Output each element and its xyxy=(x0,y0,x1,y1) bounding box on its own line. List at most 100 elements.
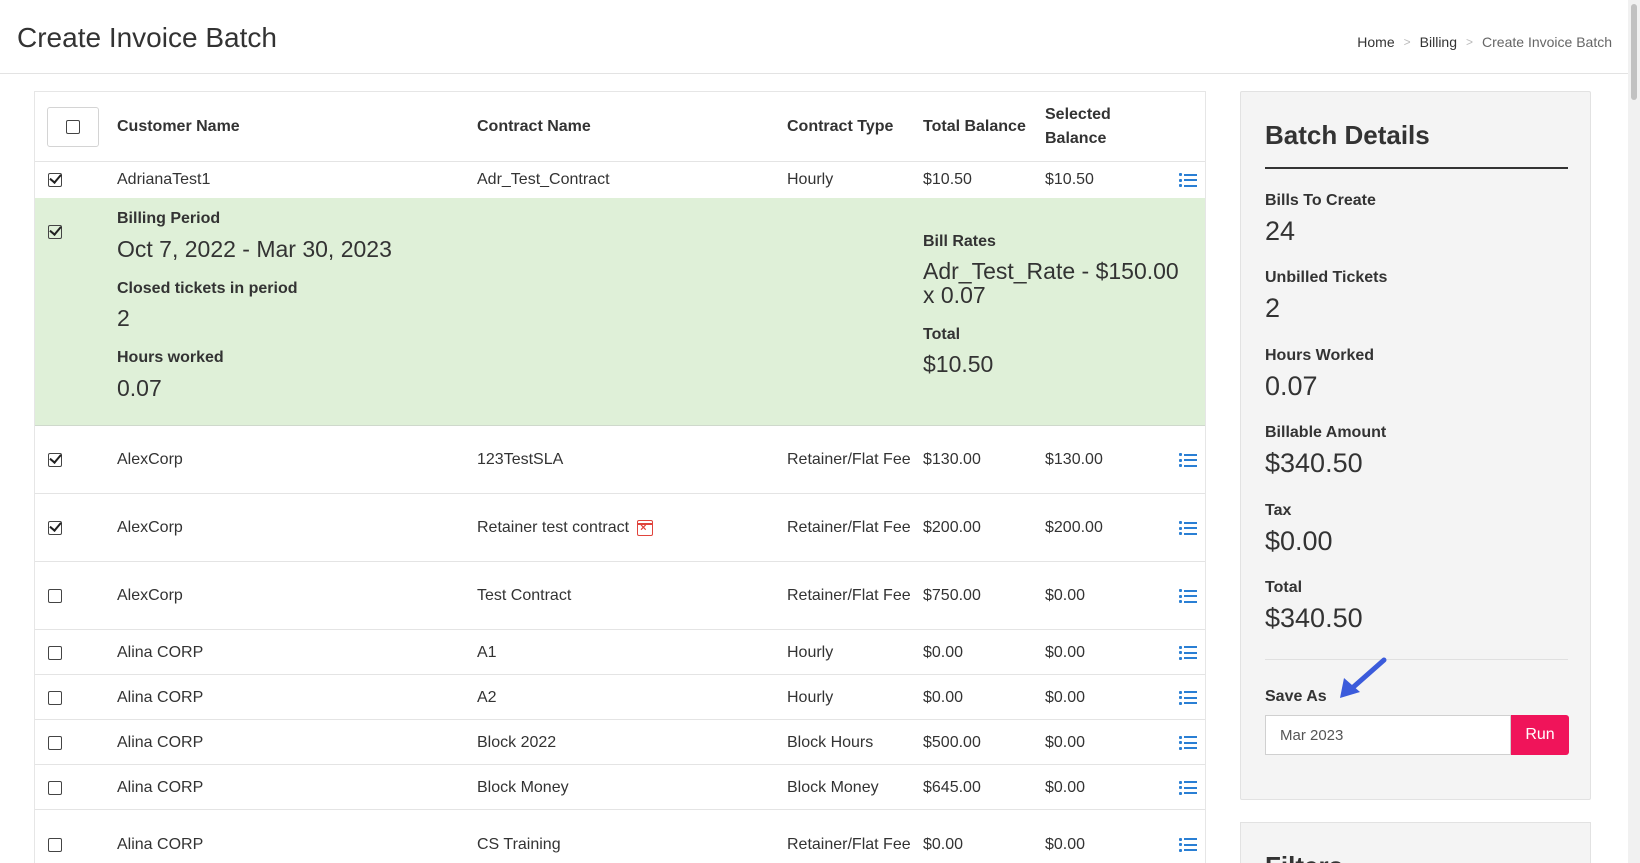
selected-balance: $0.00 xyxy=(1045,733,1086,751)
total-balance: $0.00 xyxy=(923,643,964,661)
customer-name: Alina CORP xyxy=(117,643,204,661)
column-customer-name[interactable]: Customer Name xyxy=(117,92,467,161)
column-total-balance[interactable]: Total Balance xyxy=(923,92,1043,161)
customer-name: Alina CORP xyxy=(117,688,204,706)
billable-amount-value: $340.50 xyxy=(1265,448,1363,478)
table-row[interactable]: Alina CORP A1 Hourly $0.00 $0.00 xyxy=(35,631,1205,675)
calendar-x-icon xyxy=(637,520,654,536)
checked-icon xyxy=(48,521,62,535)
billable-amount-label: Billable Amount xyxy=(1265,424,1387,441)
table-row[interactable]: AlexCorp Retainer test contract Retainer… xyxy=(35,495,1205,562)
table-row[interactable]: Alina CORP Block Money Block Money $645.… xyxy=(35,766,1205,810)
total-balance: $130.00 xyxy=(923,451,981,468)
row-checkbox[interactable] xyxy=(43,776,67,800)
bills-to-create-value: 24 xyxy=(1265,216,1296,246)
page-header: Create Invoice Batch Home > Billing > Cr… xyxy=(0,0,1630,74)
row-checkbox[interactable] xyxy=(43,584,67,608)
customer-name: AlexCorp xyxy=(117,451,183,468)
row-checkbox[interactable] xyxy=(43,686,67,710)
list-details-icon[interactable] xyxy=(1179,589,1197,603)
total-value: $340.50 xyxy=(1265,603,1363,633)
total-balance: $10.50 xyxy=(923,171,972,188)
list-details-icon[interactable] xyxy=(1179,837,1197,852)
column-selected-balance[interactable]: Selected Balance xyxy=(1045,92,1155,161)
total-balance: $0.00 xyxy=(923,688,964,706)
list-details-icon[interactable] xyxy=(1179,521,1197,535)
filters-panel: Filters xyxy=(1240,822,1591,863)
checkbox-icon xyxy=(48,735,62,750)
list-details-icon[interactable] xyxy=(1179,453,1197,467)
table-row[interactable]: Alina CORP A2 Hourly $0.00 $0.00 xyxy=(35,676,1205,720)
hours-worked-value: 0.07 xyxy=(1265,371,1318,401)
checkbox-icon xyxy=(48,589,62,603)
column-contract-name[interactable]: Contract Name xyxy=(477,92,777,161)
contract-name: 123TestSLA xyxy=(477,451,564,468)
contract-name: Adr_Test_Contract xyxy=(477,171,610,188)
breadcrumb-home[interactable]: Home xyxy=(1357,34,1394,50)
total-balance: $200.00 xyxy=(923,519,981,536)
selected-balance: $10.50 xyxy=(1045,171,1094,188)
row-checkbox[interactable] xyxy=(43,731,67,755)
row-checkbox[interactable] xyxy=(43,641,67,665)
expanded-detail-row: Billing Period Oct 7, 2022 - Mar 30, 202… xyxy=(35,198,1205,426)
billing-period-value: Oct 7, 2022 - Mar 30, 2023 xyxy=(117,236,392,262)
total-balance: $500.00 xyxy=(923,733,981,751)
hours-worked-value: 0.07 xyxy=(117,375,162,401)
page-title: Create Invoice Batch xyxy=(17,22,277,53)
table-row[interactable]: AdrianaTest1 Adr_Test_Contract Hourly $1… xyxy=(35,162,1205,198)
selected-balance: $0.00 xyxy=(1045,643,1086,661)
tax-label: Tax xyxy=(1265,502,1292,519)
annotation-arrow-icon xyxy=(1340,657,1387,698)
hours-worked-label: Hours worked xyxy=(117,349,224,366)
column-contract-type[interactable]: Contract Type xyxy=(787,92,917,161)
scrollbar-thumb[interactable] xyxy=(1631,4,1637,100)
total-balance: $0.00 xyxy=(923,835,964,853)
total-balance: $645.00 xyxy=(923,778,981,796)
closed-tickets-label: Closed tickets in period xyxy=(117,280,298,297)
contract-type: Retainer/Flat Fee xyxy=(787,587,911,604)
row-checkbox[interactable] xyxy=(43,516,67,540)
row-checkbox[interactable] xyxy=(43,168,67,192)
save-as-input[interactable] xyxy=(1265,715,1511,755)
table-row[interactable]: Alina CORP CS Training Retainer/Flat Fee… xyxy=(35,811,1205,863)
list-details-icon[interactable] xyxy=(1179,645,1197,660)
table-row[interactable]: Alina CORP Block 2022 Block Hours $500.0… xyxy=(35,721,1205,765)
page-scrollbar[interactable] xyxy=(1628,0,1640,863)
run-button[interactable]: Run xyxy=(1511,715,1569,755)
list-details-icon[interactable] xyxy=(1179,780,1197,795)
select-all-checkbox[interactable] xyxy=(47,106,99,147)
table-row[interactable]: AlexCorp Test Contract Retainer/Flat Fee… xyxy=(35,563,1205,630)
checked-icon xyxy=(48,225,62,239)
contract-name: A2 xyxy=(477,688,497,706)
detail-checkbox[interactable] xyxy=(43,220,67,244)
hours-worked-label: Hours Worked xyxy=(1265,347,1375,364)
breadcrumb: Home > Billing > Create Invoice Batch xyxy=(1357,34,1612,50)
breadcrumb-current: Create Invoice Batch xyxy=(1482,34,1612,50)
customer-name: AlexCorp xyxy=(117,519,183,536)
contract-name: Block Money xyxy=(477,778,569,796)
filters-title: Filters xyxy=(1265,851,1343,863)
contract-type: Hourly xyxy=(787,171,834,188)
bill-rates-value: Adr_Test_Rate - $150.00 x 0.07 xyxy=(923,258,1179,308)
selected-balance: $130.00 xyxy=(1045,451,1103,468)
breadcrumb-billing[interactable]: Billing xyxy=(1420,34,1457,50)
list-details-icon[interactable] xyxy=(1179,735,1197,750)
checkbox-icon xyxy=(66,119,80,134)
tax-value: $0.00 xyxy=(1265,526,1333,556)
contract-type: Retainer/Flat Fee xyxy=(787,519,911,536)
list-details-icon[interactable] xyxy=(1179,173,1197,187)
closed-tickets-value: 2 xyxy=(117,305,130,331)
unbilled-tickets-label: Unbilled Tickets xyxy=(1265,269,1388,286)
list-details-icon[interactable] xyxy=(1179,690,1197,705)
row-checkbox[interactable] xyxy=(43,833,67,857)
contract-type: Block Money xyxy=(787,778,879,796)
contract-type: Retainer/Flat Fee xyxy=(787,451,911,468)
selected-balance: $0.00 xyxy=(1045,688,1086,706)
row-checkbox[interactable] xyxy=(43,448,67,472)
bill-rates-label: Bill Rates xyxy=(923,233,996,250)
table-row[interactable]: AlexCorp 123TestSLA Retainer/Flat Fee $1… xyxy=(35,427,1205,494)
checkbox-icon xyxy=(48,645,62,660)
checked-icon xyxy=(48,453,62,467)
contract-name: A1 xyxy=(477,643,497,661)
contract-name: CS Training xyxy=(477,835,561,853)
